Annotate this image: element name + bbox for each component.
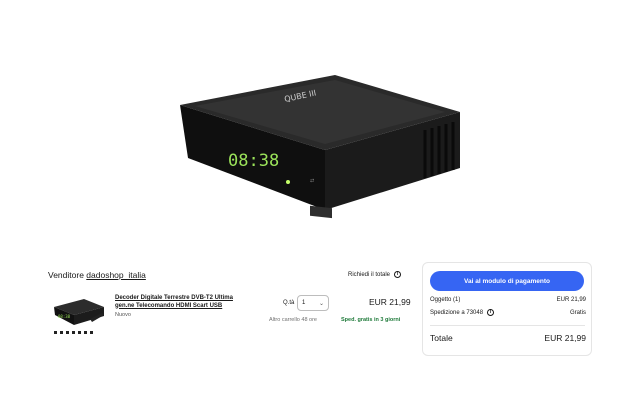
summary-total-label: Totale	[430, 333, 453, 343]
quantity-select[interactable]: 1 ⌄	[297, 295, 329, 311]
summary-item-label: Oggetto (1)	[430, 297, 461, 303]
summary-shipping-value: Gratis	[569, 309, 586, 316]
summary-divider	[430, 325, 585, 326]
seller-prefix: Venditore	[48, 270, 87, 280]
summary-shipping-label: Spedizione a 73048	[430, 309, 484, 316]
tv-decoder-image: 08:38 ⇄ QUBE III	[180, 75, 460, 219]
info-icon: i	[394, 271, 402, 278]
item-thumbnail[interactable]: 08:38	[52, 293, 110, 337]
svg-text:08:38: 08:38	[58, 314, 71, 319]
seller-link[interactable]: dadoshop_italia	[86, 270, 146, 280]
checkout-button[interactable]: Vai al modulo di pagamento	[430, 271, 584, 291]
other-buyers-note: Altro carrello 48 ore	[269, 317, 317, 323]
summary-item-value: EUR 21,99	[556, 297, 586, 303]
summary-total-value: EUR 21,99	[544, 333, 586, 343]
item-condition: Nuovo	[115, 312, 131, 318]
seller-line: Venditore dadoshop_italia	[48, 270, 146, 280]
item-title-link[interactable]: Decoder Digitale Terrestre DVB-T2 Ultima…	[115, 295, 250, 310]
item-price: EUR 21,99	[369, 297, 411, 307]
summary-item-row: Oggetto (1) EUR 21,99	[430, 297, 586, 303]
product-hero-image: 08:38 ⇄ QUBE III	[160, 40, 480, 240]
qty-value: 1	[302, 300, 306, 306]
request-total-label: Richiedi il totale	[348, 271, 391, 278]
shipping-note: Sped. gratis in 3 giorni	[341, 317, 401, 323]
display-time: 08:38	[228, 151, 279, 171]
svg-text:⇄: ⇄	[310, 178, 314, 184]
request-total-link[interactable]: Richiedi il totale i	[348, 271, 402, 278]
summary-total-row: Totale EUR 21,99	[430, 333, 586, 343]
summary-shipping-row: Spedizione a 73048 i Gratis	[430, 309, 586, 316]
info-icon[interactable]: i	[487, 309, 495, 316]
qty-label: Q.tà	[283, 300, 295, 306]
chevron-down-icon: ⌄	[318, 300, 324, 307]
